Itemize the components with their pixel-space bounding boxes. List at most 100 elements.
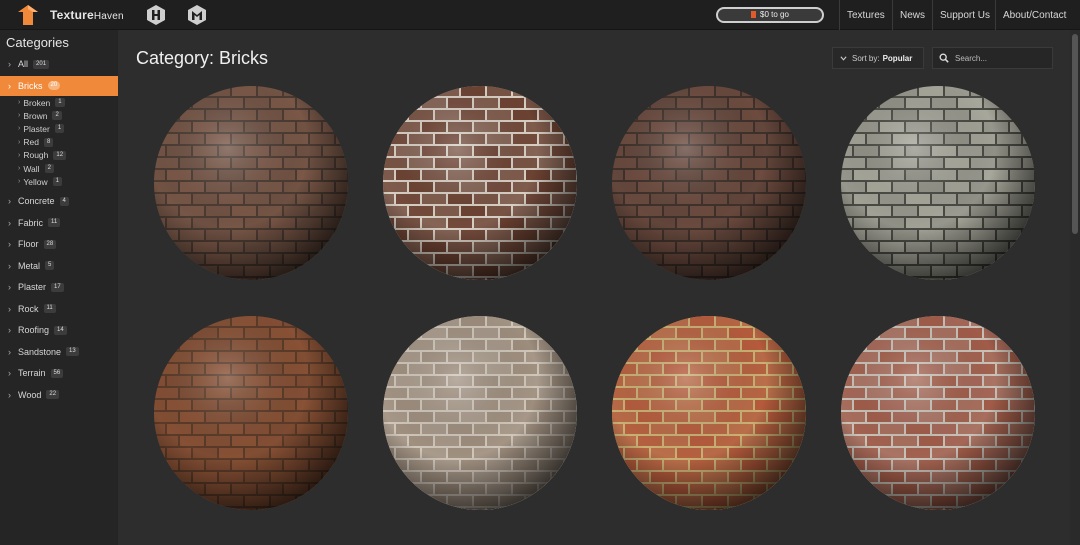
sidebar-subcategory-wall[interactable]: › Wall 2 xyxy=(18,162,54,175)
page-title: Category: Bricks xyxy=(136,48,269,68)
scrollbar[interactable] xyxy=(1070,30,1080,545)
subcategory-label: Plaster xyxy=(23,123,50,134)
sphere-render xyxy=(383,86,577,280)
chevron-down-icon xyxy=(840,55,847,61)
subcategory-label: Wall xyxy=(23,163,40,174)
category-label: Concrete xyxy=(18,196,55,207)
category-label: Metal xyxy=(18,260,41,271)
category-count: 11 xyxy=(48,218,61,228)
category-label: Terrain xyxy=(18,368,46,379)
texture-thumbnail[interactable] xyxy=(840,315,1036,511)
sidebar-subcategory-red[interactable]: › Red 8 xyxy=(18,136,54,149)
chevron-right-icon: › xyxy=(8,59,11,69)
sidebar-category-metal[interactable]: › Metal 5 xyxy=(0,256,118,276)
flag-icon xyxy=(751,11,757,18)
texture-thumbnail[interactable] xyxy=(611,315,807,511)
sphere-render xyxy=(841,316,1035,510)
chevron-right-icon: › xyxy=(8,239,11,250)
sidebar-category-all[interactable]: › All 201 xyxy=(0,54,118,74)
category-label: Fabric xyxy=(18,217,44,228)
3dmodelhaven-icon[interactable] xyxy=(186,4,208,26)
chevron-right-icon: › xyxy=(18,165,21,172)
sidebar-category-fabric[interactable]: › Fabric 11 xyxy=(0,213,118,233)
subcategory-label: Broken xyxy=(23,97,51,108)
category-label: Roofing xyxy=(18,325,50,336)
texture-thumbnail[interactable] xyxy=(840,85,1036,281)
subcategory-label: Yellow xyxy=(23,176,48,187)
sidebar-subcategory-rough[interactable]: › Rough 12 xyxy=(18,149,67,162)
sidebar-subcategory-yellow[interactable]: › Yellow 1 xyxy=(18,175,62,188)
category-label: Bricks xyxy=(18,80,43,91)
sphere-render xyxy=(383,316,577,510)
subcategory-count: 1 xyxy=(52,177,62,187)
sort-value: Popular xyxy=(882,53,913,63)
nav-about-contact[interactable]: About/Contact xyxy=(995,0,1073,30)
category-count: 5 xyxy=(45,261,55,271)
texture-thumbnail[interactable] xyxy=(382,85,578,281)
sidebar-subcategory-plaster[interactable]: › Plaster 1 xyxy=(18,122,65,135)
sidebar-category-sandstone[interactable]: › Sandstone 13 xyxy=(0,342,118,362)
chevron-right-icon: › xyxy=(8,260,11,271)
category-label: Sandstone xyxy=(18,346,62,357)
texture-thumbnail[interactable] xyxy=(611,85,807,281)
sidebar-category-roofing[interactable]: › Roofing 14 xyxy=(0,320,118,340)
patreon-goal-button[interactable]: $0 to go xyxy=(716,7,824,23)
chevron-right-icon: › xyxy=(8,217,11,228)
chevron-right-icon: › xyxy=(8,389,11,400)
nav-news[interactable]: News xyxy=(892,0,932,30)
sort-prefix: Sort by: xyxy=(852,53,880,63)
subcategory-count: 12 xyxy=(53,150,67,160)
subcategory-count: 2 xyxy=(44,164,54,173)
category-count: 28 xyxy=(43,239,57,249)
category-count: 17 xyxy=(51,282,64,292)
sphere-render xyxy=(612,86,806,280)
sidebar-subcategory-brown[interactable]: › Brown 2 xyxy=(18,109,62,122)
search-input[interactable] xyxy=(955,53,1050,63)
sphere-render xyxy=(841,86,1035,280)
chevron-right-icon: › xyxy=(8,80,11,91)
texture-thumbnail[interactable] xyxy=(382,315,578,511)
sidebar-category-plaster[interactable]: › Plaster 17 xyxy=(0,277,118,297)
search-box[interactable] xyxy=(932,47,1053,69)
category-label: Wood xyxy=(18,389,42,400)
sidebar-category-rock[interactable]: › Rock 11 xyxy=(0,299,118,319)
subcategory-count: 1 xyxy=(55,98,65,107)
search-icon xyxy=(939,53,949,63)
nav-textures[interactable]: Textures xyxy=(839,0,892,30)
category-count: 11 xyxy=(43,304,56,314)
subcategory-count: 8 xyxy=(43,137,54,147)
subcategory-count: 1 xyxy=(54,124,65,134)
subcategory-label: Brown xyxy=(23,110,48,121)
sidebar-category-bricks[interactable]: › Bricks 20 xyxy=(0,75,118,96)
category-count: 22 xyxy=(46,390,60,400)
category-label: All xyxy=(18,59,29,69)
category-count: 56 xyxy=(50,368,64,378)
category-label: Floor xyxy=(18,239,39,250)
texture-thumbnail[interactable] xyxy=(153,315,349,511)
category-count: 201 xyxy=(33,59,50,69)
scrollbar-thumb[interactable] xyxy=(1072,34,1078,234)
sidebar-subcategory-broken[interactable]: › Broken 1 xyxy=(18,96,65,109)
category-count: 13 xyxy=(66,347,79,357)
sort-dropdown[interactable]: Sort by: Popular xyxy=(832,47,924,69)
sidebar-category-terrain[interactable]: › Terrain 56 xyxy=(0,363,118,383)
chevron-right-icon: › xyxy=(18,99,21,106)
hdrihaven-icon[interactable] xyxy=(145,4,167,26)
sidebar-category-wood[interactable]: › Wood 22 xyxy=(0,385,118,405)
sidebar-category-floor[interactable]: › Floor 28 xyxy=(0,234,118,254)
subcategory-label: Rough xyxy=(23,150,49,161)
category-label: Plaster xyxy=(18,282,47,293)
chevron-right-icon: › xyxy=(8,303,11,314)
chevron-right-icon: › xyxy=(8,325,11,336)
category-count: 4 xyxy=(59,196,69,206)
nav-support-us[interactable]: Support Us xyxy=(932,0,997,30)
top-bar: TextureHaven $0 to go Textures News Supp… xyxy=(0,0,1080,30)
chevron-right-icon: › xyxy=(18,112,21,120)
texturehaven-logo-icon[interactable] xyxy=(17,4,39,26)
subcategory-count: 2 xyxy=(52,111,62,121)
brand-name[interactable]: TextureHaven xyxy=(50,8,124,22)
sidebar-category-concrete[interactable]: › Concrete 4 xyxy=(0,191,118,211)
texture-thumbnail[interactable] xyxy=(153,85,349,281)
chevron-right-icon: › xyxy=(8,368,11,379)
subcategory-label: Red xyxy=(23,137,39,148)
